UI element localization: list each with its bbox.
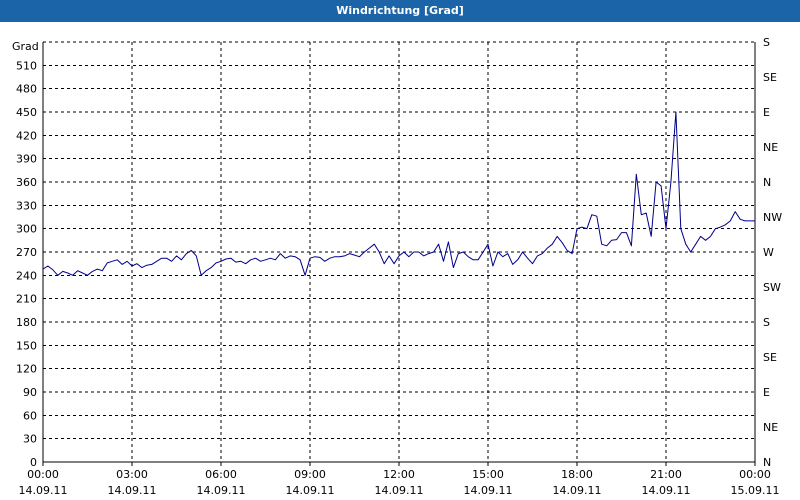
right-axis-label: SE — [763, 351, 777, 364]
grid — [43, 41, 755, 462]
x-tick-time: 21:00 — [650, 468, 682, 481]
x-tick-date: 14.09.11 — [19, 484, 68, 497]
y-tick-label: 240 — [16, 269, 37, 282]
chart-area: 0306090120150180210240270300330360390420… — [12, 36, 782, 497]
y-tick-label: 120 — [16, 363, 37, 376]
x-tick-date: 14.09.11 — [375, 484, 424, 497]
y-tick-label: 480 — [16, 83, 37, 96]
y-tick-label: 270 — [16, 246, 37, 259]
y-tick-label: 90 — [23, 386, 37, 399]
y-tick-label: 360 — [16, 176, 37, 189]
right-axis-label: S — [763, 316, 770, 329]
right-axis-label: NE — [763, 141, 778, 154]
y-tick-label: 300 — [16, 223, 37, 236]
right-axis-label: E — [763, 106, 770, 119]
y-axis-label: Grad — [12, 40, 39, 53]
y-tick-label: 330 — [16, 199, 37, 212]
y-tick-label: 180 — [16, 316, 37, 329]
x-tick-time: 12:00 — [383, 468, 415, 481]
y-tick-label: 30 — [23, 433, 37, 446]
right-axis-label: W — [763, 246, 774, 259]
x-tick-date: 14.09.11 — [642, 484, 691, 497]
x-tick-date: 14.09.11 — [464, 484, 513, 497]
right-axis-label: NW — [763, 211, 782, 224]
y-tick-label: 450 — [16, 106, 37, 119]
right-axis-label: S — [763, 36, 770, 49]
y-tick-label: 390 — [16, 153, 37, 166]
x-tick-date: 14.09.11 — [108, 484, 157, 497]
right-axis-label: N — [763, 176, 771, 189]
x-tick-time: 09:00 — [294, 468, 326, 481]
x-tick-time: 00:00 — [739, 468, 771, 481]
right-axis-label: E — [763, 386, 770, 399]
x-tick-date: 15.09.11 — [731, 484, 780, 497]
y-tick-label: 210 — [16, 293, 37, 306]
x-tick-time: 18:00 — [561, 468, 593, 481]
y-tick-label: 150 — [16, 339, 37, 352]
y-tick-label: 420 — [16, 129, 37, 142]
x-tick-time: 06:00 — [205, 468, 237, 481]
x-tick-time: 03:00 — [116, 468, 148, 481]
right-axis-label: NE — [763, 421, 778, 434]
x-tick-date: 14.09.11 — [286, 484, 335, 497]
right-axis-label: SW — [763, 281, 781, 294]
x-tick-date: 14.09.11 — [553, 484, 602, 497]
right-axis-label: N — [763, 456, 771, 469]
x-tick-date: 14.09.11 — [197, 484, 246, 497]
x-tick-time: 15:00 — [472, 468, 504, 481]
tick-labels: 0306090120150180210240270300330360390420… — [12, 36, 782, 497]
y-tick-label: 60 — [23, 409, 37, 422]
y-tick-label: 510 — [16, 59, 37, 72]
x-tick-time: 00:00 — [27, 468, 59, 481]
right-axis-label: SE — [763, 71, 777, 84]
